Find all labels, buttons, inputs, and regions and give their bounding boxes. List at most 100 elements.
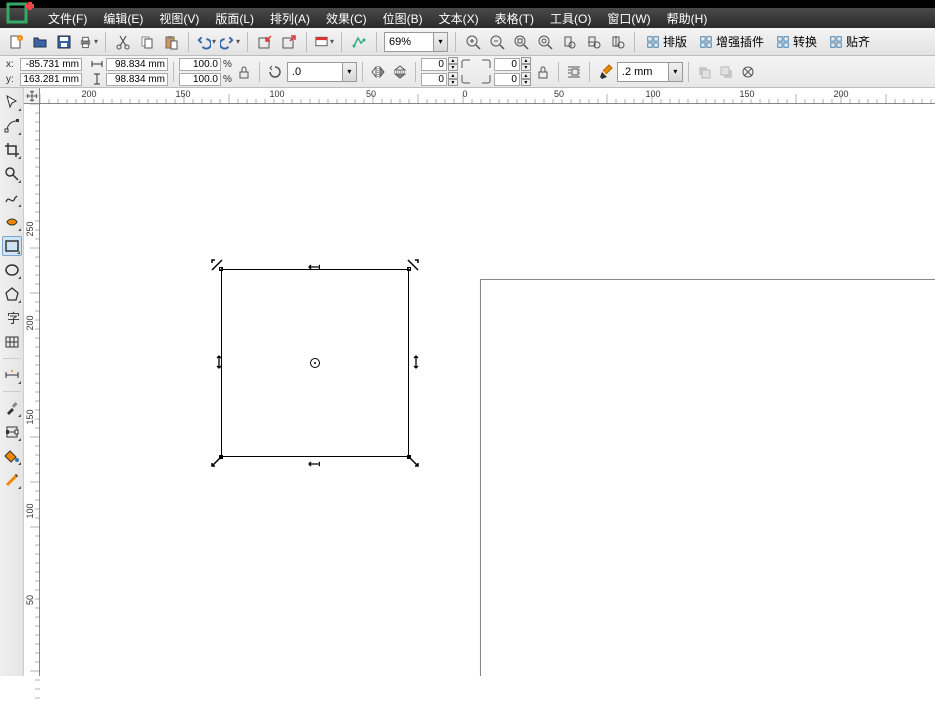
ruler-horizontal[interactable]: 20015010050050100150200	[24, 88, 935, 104]
spin-down[interactable]: ▾	[521, 64, 531, 71]
table-tool-icon[interactable]	[2, 332, 22, 352]
y-input[interactable]	[20, 73, 82, 86]
percent-label: %	[223, 59, 232, 70]
print-icon[interactable]	[78, 32, 98, 52]
spin-down[interactable]: ▾	[448, 64, 458, 71]
corner-tl-input[interactable]	[421, 58, 447, 71]
outline-width-input[interactable]	[618, 63, 668, 81]
ruler-origin-icon[interactable]	[24, 88, 40, 104]
eyedropper-tool-icon[interactable]	[2, 398, 22, 418]
zoom-selection-icon[interactable]	[511, 32, 531, 52]
corner-bl-icon	[459, 74, 473, 84]
x-input[interactable]	[20, 58, 82, 71]
spin-up[interactable]: ▴	[448, 57, 458, 64]
menu-view[interactable]: 视图(V)	[151, 8, 207, 29]
rotation-input[interactable]	[288, 63, 342, 81]
ruler-vertical[interactable]: 25020015010050	[24, 104, 40, 676]
mirror-v-icon[interactable]	[390, 62, 410, 82]
cut-icon[interactable]	[113, 32, 133, 52]
paste-icon[interactable]	[161, 32, 181, 52]
freehand-tool-icon[interactable]	[2, 188, 22, 208]
crop-tool-icon[interactable]	[2, 140, 22, 160]
open-icon[interactable]	[30, 32, 50, 52]
shape-tool-icon[interactable]	[2, 116, 22, 136]
lock-ratio-icon[interactable]	[234, 62, 254, 82]
zoom-dropdown-arrow[interactable]: ▾	[433, 33, 447, 51]
scale-y-input[interactable]	[179, 73, 221, 86]
ellipse-tool-icon[interactable]	[2, 260, 22, 280]
snap-options-icon[interactable]	[349, 32, 369, 52]
convert-button[interactable]: 转换	[772, 32, 821, 52]
menu-help[interactable]: 帮助(H)	[659, 8, 716, 29]
spin-up[interactable]: ▴	[521, 57, 531, 64]
text-tool-icon[interactable]: 字	[2, 308, 22, 328]
rectangle-tool-icon[interactable]	[2, 236, 22, 256]
rotation-combo[interactable]: ▾	[287, 62, 357, 82]
corner-tr-input[interactable]	[494, 58, 520, 71]
undo-icon[interactable]	[196, 32, 216, 52]
height-input[interactable]	[106, 73, 168, 86]
save-icon[interactable]	[54, 32, 74, 52]
selected-rectangle[interactable]	[221, 269, 409, 457]
interactive-fill-icon[interactable]	[2, 422, 22, 442]
text-wrap-icon[interactable]	[564, 62, 584, 82]
spin-down[interactable]: ▾	[448, 79, 458, 86]
export-icon[interactable]	[279, 32, 299, 52]
resize-handle-tr[interactable]	[407, 259, 419, 271]
menu-effects[interactable]: 效果(C)	[318, 8, 375, 29]
resize-handle-b[interactable]	[308, 458, 320, 470]
align-button[interactable]: 贴齐	[825, 32, 874, 52]
corner-br-input[interactable]	[494, 73, 520, 86]
resize-handle-tl[interactable]	[211, 259, 223, 271]
new-icon[interactable]: +	[6, 32, 26, 52]
resize-handle-l[interactable]	[213, 356, 225, 368]
outline-tool-icon[interactable]	[2, 470, 22, 490]
zoom-input[interactable]	[385, 33, 433, 51]
zoom-height-icon[interactable]	[607, 32, 627, 52]
fill-tool-icon[interactable]	[2, 446, 22, 466]
zoom-all-icon[interactable]	[535, 32, 555, 52]
scale-x-input[interactable]	[179, 58, 221, 71]
menu-layout[interactable]: 版面(L)	[207, 8, 262, 29]
canvas[interactable]	[40, 104, 935, 676]
zoom-width-icon[interactable]	[583, 32, 603, 52]
width-input[interactable]	[106, 58, 168, 71]
menu-window[interactable]: 窗口(W)	[599, 8, 658, 29]
menu-tools[interactable]: 工具(O)	[542, 8, 599, 29]
dimension-tool-icon[interactable]	[2, 365, 22, 385]
resize-handle-t[interactable]	[308, 261, 320, 273]
publish-icon[interactable]	[314, 32, 334, 52]
resize-handle-bl[interactable]	[211, 455, 223, 467]
menu-text[interactable]: 文本(X)	[431, 8, 487, 29]
zoom-tool-icon[interactable]	[2, 164, 22, 184]
menu-table[interactable]: 表格(T)	[487, 8, 542, 29]
spin-up[interactable]: ▴	[448, 72, 458, 79]
spin-down[interactable]: ▾	[521, 79, 531, 86]
zoom-combo[interactable]: ▾	[384, 32, 448, 52]
zoom-out-icon[interactable]	[487, 32, 507, 52]
x-label: x:	[6, 59, 18, 70]
zoom-page-icon[interactable]	[559, 32, 579, 52]
pick-tool-icon[interactable]	[2, 92, 22, 112]
convert-curves-icon[interactable]	[738, 62, 758, 82]
menu-edit[interactable]: 编辑(E)	[95, 8, 151, 29]
typeset-button[interactable]: 排版	[642, 32, 691, 52]
corner-lock-icon[interactable]	[533, 62, 553, 82]
copy-icon[interactable]	[137, 32, 157, 52]
center-handle-icon[interactable]	[310, 358, 320, 368]
redo-icon[interactable]	[220, 32, 240, 52]
menu-file[interactable]: 文件(F)	[40, 8, 95, 29]
polygon-tool-icon[interactable]	[2, 284, 22, 304]
import-icon[interactable]	[255, 32, 275, 52]
smart-fill-icon[interactable]	[2, 212, 22, 232]
enhance-button[interactable]: 增强插件	[695, 32, 768, 52]
resize-handle-br[interactable]	[407, 455, 419, 467]
corner-bl-input[interactable]	[421, 73, 447, 86]
outline-width-combo[interactable]: ▾	[617, 62, 683, 82]
mirror-h-icon[interactable]	[368, 62, 388, 82]
menu-bitmap[interactable]: 位图(B)	[375, 8, 431, 29]
menu-arrange[interactable]: 排列(A)	[262, 8, 318, 29]
zoom-in-icon[interactable]	[463, 32, 483, 52]
resize-handle-r[interactable]	[410, 356, 422, 368]
spin-up[interactable]: ▴	[521, 72, 531, 79]
